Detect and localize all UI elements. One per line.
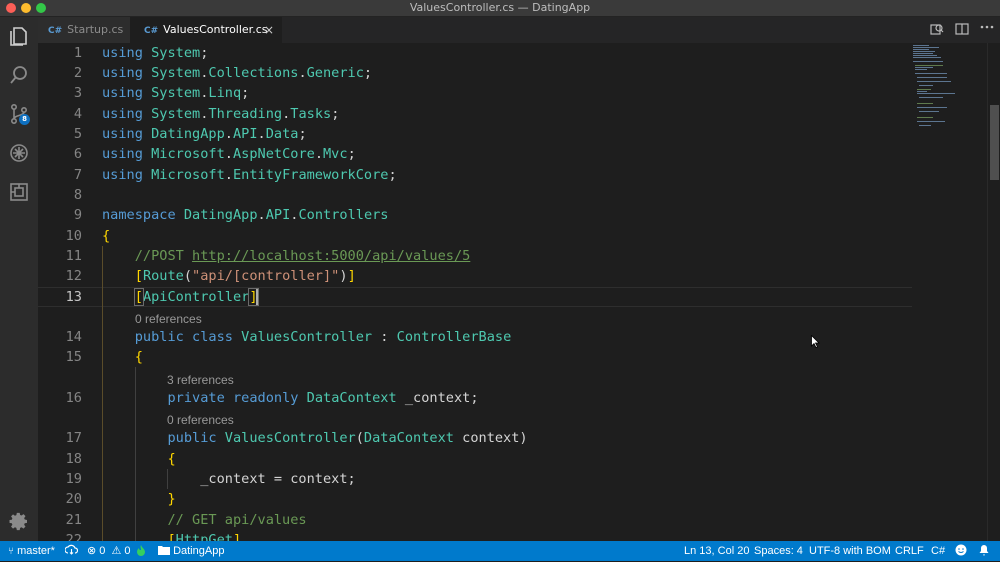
code-line: using Microsoft.EntityFrameworkCore; [102, 167, 397, 183]
line-number: 12 [65, 268, 82, 284]
code-line: { [167, 451, 176, 467]
code-line: using System.Threading.Tasks; [102, 106, 340, 122]
vertical-scrollbar[interactable] [987, 43, 1000, 541]
line-number: 16 [65, 390, 82, 406]
line-number: 14 [65, 329, 82, 345]
code-line: } [167, 491, 176, 507]
sync-icon[interactable] [64, 541, 79, 561]
code-line: using System; [102, 45, 209, 61]
code-line: public class ValuesController : Controll… [134, 329, 512, 345]
code-line: { [134, 349, 143, 365]
branch-indicator[interactable]: ⑂ master* [8, 541, 55, 562]
split-editor-icon[interactable] [955, 21, 969, 40]
activity-bar: 8 [0, 17, 38, 541]
warning-icon: ⚠ [111, 545, 122, 557]
line-number: 5 [73, 126, 82, 142]
code-line: [Route("api/[controller]")] [134, 268, 356, 284]
code-line: using Microsoft.AspNetCore.Mvc; [102, 146, 356, 162]
cursor-position[interactable]: Ln 13, Col 20 [684, 541, 749, 561]
line-number: 9 [73, 207, 82, 223]
line-number: 7 [73, 167, 82, 183]
code-line: private readonly DataContext _context; [167, 390, 479, 406]
text-cursor [256, 289, 258, 305]
tab-values-controller[interactable]: C# ValuesController.cs × [130, 17, 282, 43]
mouse-pointer-icon [811, 335, 820, 348]
line-number: 2 [73, 65, 82, 81]
flame-icon[interactable] [136, 541, 146, 561]
settings-gear-icon[interactable] [7, 510, 31, 534]
line-number: 22 [65, 532, 82, 541]
tab-close-icon[interactable]: × [264, 17, 274, 43]
line-number: 15 [65, 349, 82, 365]
line-number: 11 [65, 248, 82, 264]
line-number: 8 [73, 187, 82, 203]
line-number: 21 [65, 512, 82, 528]
code-line: //POST http://localhost:5000/api/values/… [134, 248, 471, 264]
folder-icon [158, 545, 173, 557]
code-line: namespace DatingApp.API.Controllers [102, 207, 389, 223]
encoding[interactable]: UTF-8 with BOM [809, 541, 891, 561]
git-branch-icon: ⑂ [8, 546, 14, 557]
feedback-smiley-icon[interactable] [955, 541, 967, 561]
title-bar: ValuesController.cs — DatingApp [0, 0, 1000, 17]
code-line: [HttpGet] [167, 532, 242, 541]
code-line: using System.Collections.Generic; [102, 65, 373, 81]
debug-icon[interactable] [7, 141, 31, 165]
line-number: 10 [65, 228, 82, 244]
open-preview-icon[interactable] [930, 21, 944, 40]
tab-startup[interactable]: C# Startup.cs [38, 17, 130, 43]
tab-bar: C# Startup.cs C# ValuesController.cs × [38, 17, 1000, 43]
notifications-bell-icon[interactable] [978, 541, 990, 561]
line-number: 17 [65, 430, 82, 446]
search-icon[interactable] [7, 63, 31, 87]
code-editor[interactable]: 1 2 3 4 5 6 7 8 9 10 11 12 13 14 15 16 1… [38, 43, 1000, 541]
code-line: _context = context; [102, 471, 356, 487]
codelens-references[interactable]: 0 references [135, 311, 202, 327]
error-icon: ⊗ [87, 545, 97, 557]
line-number: 18 [65, 451, 82, 467]
problems-indicator[interactable]: ⊗ 0 ⚠ 0 [87, 541, 131, 561]
more-actions-icon[interactable] [980, 19, 994, 38]
status-bar: ⑂ master* ⊗ 0 ⚠ 0 DatingApp Ln 13, Col 2… [0, 541, 1000, 561]
scrollbar-thumb[interactable] [990, 105, 999, 180]
scm-badge: 8 [19, 114, 30, 125]
explorer-icon[interactable] [7, 24, 31, 48]
extensions-icon[interactable] [7, 180, 31, 204]
line-number: 3 [73, 85, 82, 101]
code-line: [ApiController] [133, 288, 259, 306]
window-title: ValuesController.cs — DatingApp [409, 1, 591, 14]
codelens-references[interactable]: 3 references [167, 372, 234, 388]
csharp-file-icon: C# [48, 26, 63, 36]
code-line: // GET api/values [167, 512, 307, 528]
project-indicator[interactable]: DatingApp [158, 541, 224, 561]
line-number: 4 [73, 106, 82, 122]
code-line: using DatingApp.API.Data; [102, 126, 307, 142]
indentation[interactable]: Spaces: 4 [754, 541, 803, 561]
tab-label: ValuesController.cs [163, 23, 268, 36]
language-mode[interactable]: C# [931, 541, 945, 561]
code-line: public ValuesController(DataContext cont… [167, 430, 528, 446]
line-number: 19 [65, 471, 82, 487]
minimap[interactable] [911, 43, 988, 143]
code-line: using System.Linq; [102, 85, 250, 101]
line-number: 1 [73, 45, 82, 61]
tab-label: Startup.cs [67, 23, 124, 36]
line-number: 6 [73, 146, 82, 162]
csharp-file-icon: C# [144, 26, 159, 36]
line-number: 20 [65, 491, 82, 507]
line-number-current: 13 [65, 289, 82, 305]
codelens-references[interactable]: 0 references [167, 412, 234, 428]
line-ending[interactable]: CRLF [895, 541, 924, 561]
code-line: { [102, 228, 111, 244]
